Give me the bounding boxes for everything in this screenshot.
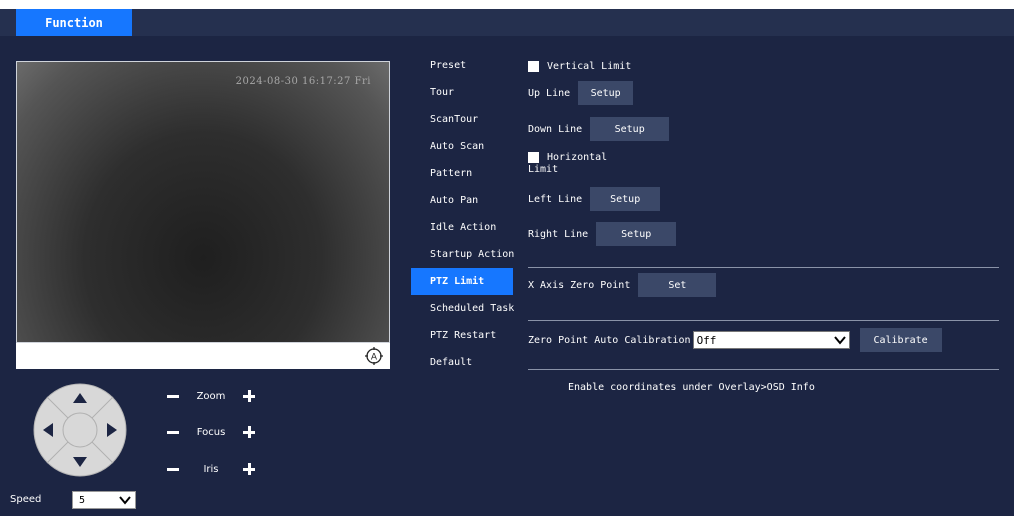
horizontal-limit-checkbox[interactable] xyxy=(528,152,539,163)
down-line-label: Down Line xyxy=(528,123,583,135)
zoom-label: Zoom xyxy=(196,390,226,402)
left-line-row: Left Line Setup xyxy=(528,187,661,211)
menu-item-auto-pan[interactable]: Auto Pan xyxy=(411,187,513,214)
menu-item-startup-action[interactable]: Startup Action xyxy=(411,241,514,268)
video-toolbar: A xyxy=(16,343,390,369)
ptz-direction-pad[interactable] xyxy=(33,383,127,477)
top-bar: Function xyxy=(0,0,1014,36)
focus-far-button[interactable] xyxy=(241,424,257,440)
menu-item-idle-action[interactable]: Idle Action xyxy=(411,214,513,241)
zoom-in-button[interactable] xyxy=(241,388,257,404)
zero-point-cal-select[interactable]: Off xyxy=(692,331,850,349)
menu-item-pattern[interactable]: Pattern xyxy=(411,160,513,187)
speed-select[interactable]: 5 xyxy=(72,491,136,509)
zero-point-cal-row: Zero Point Auto Calibration Off Calibrat… xyxy=(528,328,942,352)
focus-control: Focus xyxy=(165,422,257,442)
menu-item-ptz-limit[interactable]: PTZ Limit xyxy=(411,268,513,295)
divider xyxy=(528,267,999,268)
function-menu: Preset Tour ScanTour Auto Scan Pattern A… xyxy=(411,52,514,376)
chevron-down-icon xyxy=(119,496,131,505)
video-timestamp: 2024-08-30 16:17:27 Fri xyxy=(235,76,371,87)
osd-note: Enable coordinates under Overlay>OSD Inf… xyxy=(568,382,815,393)
x-axis-zero-set-button[interactable]: Set xyxy=(638,273,717,297)
menu-item-scantour[interactable]: ScanTour xyxy=(411,106,513,133)
iris-open-button[interactable] xyxy=(241,461,257,477)
zero-point-cal-value: Off xyxy=(696,333,717,347)
menu-item-ptz-restart[interactable]: PTZ Restart xyxy=(411,322,513,349)
menu-item-tour[interactable]: Tour xyxy=(411,79,513,106)
focus-label: Focus xyxy=(196,426,226,438)
horizontal-limit-line: Horizontal xyxy=(528,152,607,163)
divider xyxy=(528,320,999,321)
vertical-limit-checkbox[interactable] xyxy=(528,61,539,72)
menu-item-default[interactable]: Default xyxy=(411,349,513,376)
x-axis-zero-row: X Axis Zero Point Set xyxy=(528,273,717,297)
iris-control: Iris xyxy=(165,459,257,479)
horizontal-limit-label-2: Limit xyxy=(528,164,559,175)
svg-text:A: A xyxy=(371,353,378,363)
menu-item-scheduled-task[interactable]: Scheduled Task xyxy=(411,295,514,322)
auto-focus-icon[interactable]: A xyxy=(364,346,384,366)
horizontal-limit-label-1: Horizontal xyxy=(547,152,608,163)
top-bar-strip xyxy=(0,9,1014,36)
iris-label: Iris xyxy=(203,463,219,475)
right-line-setup-button[interactable]: Setup xyxy=(596,222,677,246)
up-line-label: Up Line xyxy=(528,87,571,99)
live-video: 2024-08-30 16:17:27 Fri xyxy=(16,61,390,343)
menu-item-preset[interactable]: Preset xyxy=(411,52,513,79)
up-line-setup-button[interactable]: Setup xyxy=(578,81,634,105)
right-line-label: Right Line xyxy=(528,228,589,240)
calibrate-button[interactable]: Calibrate xyxy=(859,328,942,352)
zero-point-cal-label: Zero Point Auto Calibration xyxy=(528,334,691,346)
horizontal-limit-row: Horizontal Limit xyxy=(528,152,607,175)
down-line-row: Down Line Setup xyxy=(528,117,670,141)
left-line-setup-button[interactable]: Setup xyxy=(590,187,661,211)
speed-value: 5 xyxy=(79,494,86,506)
vertical-limit-label: Vertical Limit xyxy=(547,61,632,72)
chevron-down-icon xyxy=(833,336,846,345)
down-line-setup-button[interactable]: Setup xyxy=(590,117,670,141)
vertical-limit-row: Vertical Limit xyxy=(528,61,631,72)
tab-function[interactable]: Function xyxy=(16,9,132,36)
divider xyxy=(528,369,999,370)
horizontal-limit-group: Horizontal Limit xyxy=(528,152,607,175)
right-line-row: Right Line Setup xyxy=(528,222,677,246)
speed-label: Speed xyxy=(10,494,42,505)
menu-item-auto-scan[interactable]: Auto Scan xyxy=(411,133,513,160)
left-line-label: Left Line xyxy=(528,193,583,205)
iris-close-button[interactable] xyxy=(165,461,181,477)
zoom-control: Zoom xyxy=(165,386,257,406)
x-axis-zero-label: X Axis Zero Point xyxy=(528,279,631,291)
up-line-row: Up Line Setup xyxy=(528,81,634,105)
zoom-out-button[interactable] xyxy=(165,388,181,404)
focus-near-button[interactable] xyxy=(165,424,181,440)
